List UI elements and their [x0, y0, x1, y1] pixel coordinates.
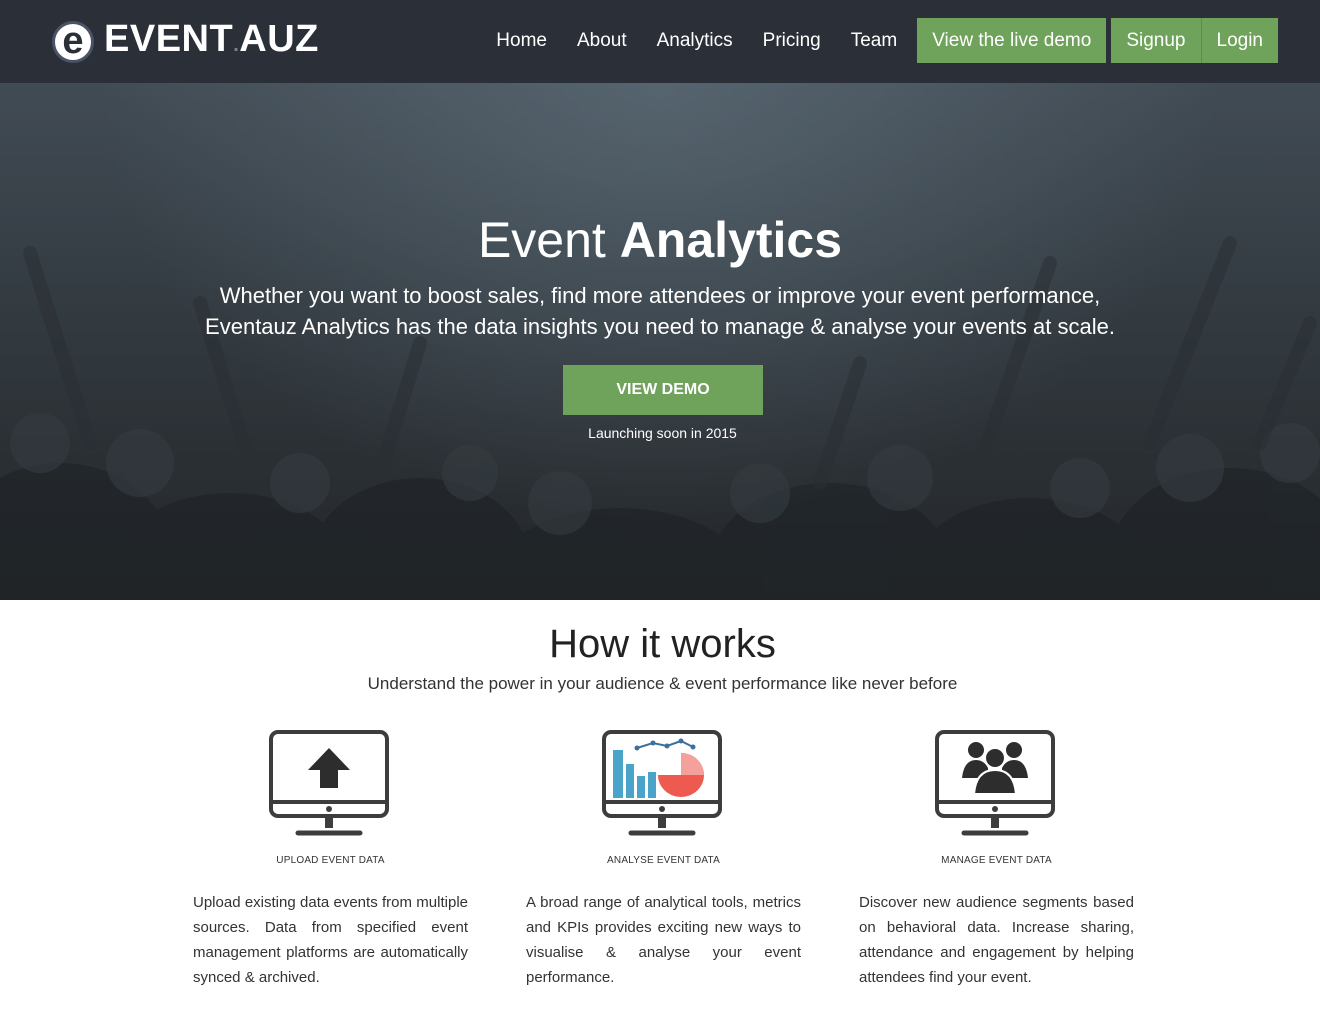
feature-description: A broad range of analytical tools, metri… [526, 894, 801, 986]
view-demo-button[interactable]: VIEW DEMO [563, 365, 763, 415]
brand-logo[interactable]: e EVENT.AUZ [52, 18, 319, 64]
signup-button[interactable]: Signup [1111, 18, 1202, 63]
hero-subtitle: Whether you want to boost sales, find mo… [205, 283, 1115, 339]
feature-caption: UPLOAD EVENT DATA [276, 855, 385, 866]
nav-home[interactable]: Home [481, 18, 562, 63]
hero-section: Event Analytics Whether you want to boos… [0, 83, 1320, 600]
login-button[interactable]: Login [1201, 18, 1278, 63]
feature-description: Upload existing data events from multipl… [193, 894, 468, 986]
nav-analytics[interactable]: Analytics [642, 18, 748, 63]
live-demo-button[interactable]: View the live demo [917, 18, 1107, 63]
hero-title: Event Analytics [477, 212, 843, 268]
top-navbar: e EVENT.AUZ Home About Analytics Pricing… [0, 0, 1320, 83]
audience-monitor-icon [934, 728, 1059, 840]
upload-monitor-icon [268, 728, 393, 840]
feature-caption: ANALYSE EVENT DATA [607, 855, 720, 866]
main-nav: Home About Analytics Pricing Team View t… [481, 18, 1278, 63]
launch-note: Launching soon in 2015 [588, 425, 737, 441]
feature-description: Discover new audience segments based on … [859, 894, 1134, 986]
feature-caption: MANAGE EVENT DATA [941, 855, 1052, 866]
analytics-monitor-icon [601, 728, 726, 840]
nav-team[interactable]: Team [836, 18, 912, 63]
how-it-works-title: How it works [549, 622, 776, 666]
nav-about[interactable]: About [562, 18, 642, 63]
brand-name: EVENT.AUZ [104, 18, 319, 60]
how-it-works-subtitle: Understand the power in your audience & … [367, 674, 958, 693]
logo-e-icon: e [52, 20, 94, 63]
nav-pricing[interactable]: Pricing [748, 18, 836, 63]
